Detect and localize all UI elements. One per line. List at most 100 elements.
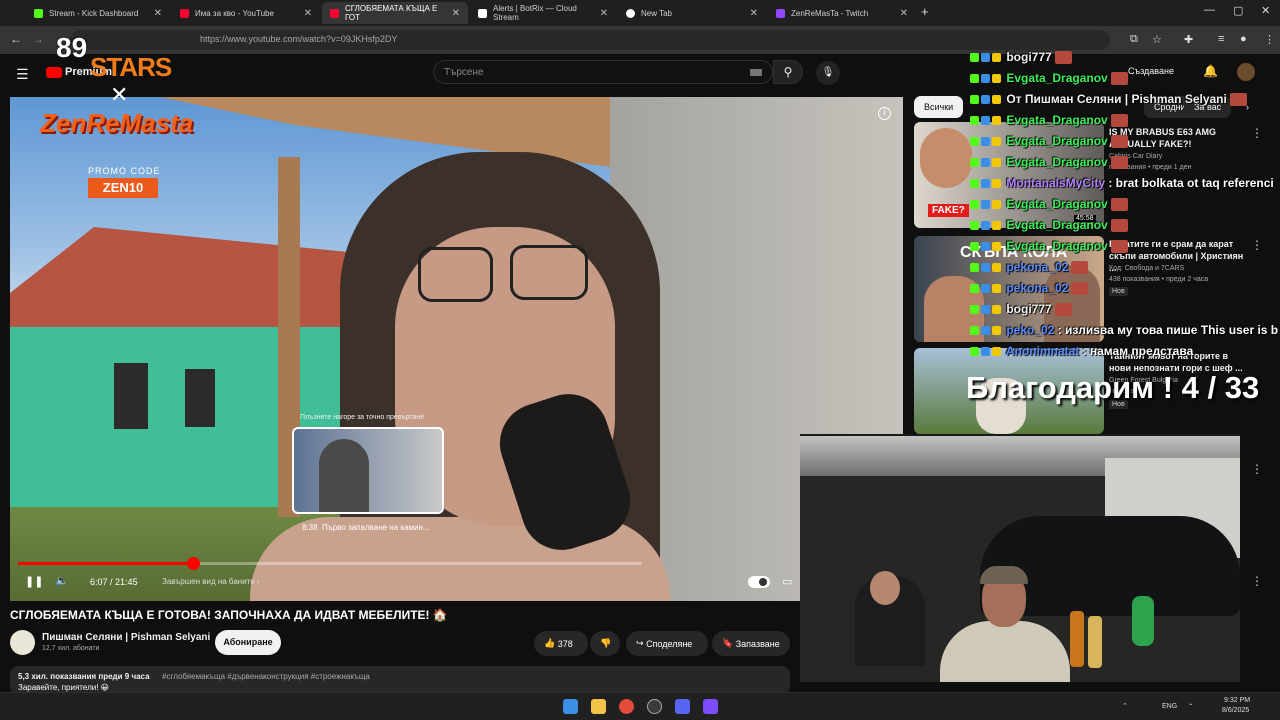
channel-avatar[interactable] [10, 630, 35, 655]
video-progress-bar[interactable] [18, 557, 642, 570]
cast-icon[interactable]: ⧉ [1130, 33, 1138, 46]
media-control-icon[interactable]: ≡ [1218, 33, 1224, 45]
more-options-icon[interactable]: ⋮ [1251, 126, 1263, 140]
search-button[interactable]: ⚲ [773, 60, 803, 84]
bookmark-icon: 🔖 [722, 638, 734, 648]
close-icon[interactable]: ✕ [900, 8, 908, 19]
recommendation-title[interactable]: IS MY BRABUS E63 AMG ACTUALLY FAKE?! [1109, 126, 1249, 150]
like-count: 378 [557, 638, 573, 649]
close-icon[interactable]: ✕ [750, 8, 758, 19]
tray-chevron-icon[interactable]: ⌃ [1122, 702, 1128, 710]
thumbnail-text: FAKE? [928, 204, 969, 217]
more-options-icon[interactable]: ⋮ [1251, 462, 1263, 476]
forward-icon[interactable]: → [32, 32, 44, 46]
voice-search-button[interactable]: 🎙 [816, 61, 840, 85]
chat-badge-icon [981, 200, 990, 210]
bookmark-star-icon[interactable]: ☆ [1152, 33, 1162, 46]
close-window-icon[interactable]: ✕ [1261, 4, 1270, 17]
search-icon: ⚲ [783, 65, 793, 79]
discord-icon[interactable] [675, 699, 690, 714]
obs-icon[interactable] [647, 699, 662, 714]
clock-date[interactable]: 8/6/2025 [1222, 707, 1249, 714]
chat-username: bogi777 [1003, 302, 1052, 316]
chat-message: Evgata_Draganov [970, 113, 1128, 128]
wifi-icon[interactable]: ◔ [1188, 702, 1192, 709]
more-options-icon[interactable]: ⋮ [1251, 238, 1263, 252]
share-label: Споделяне [646, 638, 693, 649]
close-icon[interactable]: ✕ [452, 8, 460, 19]
microphone-icon: 🎙 [821, 67, 835, 78]
new-tab-button[interactable]: + [921, 4, 929, 19]
dislike-button[interactable]: 👎 [590, 631, 620, 656]
like-button[interactable]: 👍 378 [534, 631, 588, 656]
volume-icon[interactable]: 🔈 [55, 574, 69, 587]
tab-current-video[interactable]: СГЛОБЯЕМАТА КЪЩА Е ГОТ ✕ [322, 2, 468, 24]
clock-time[interactable]: 9:32 PM [1224, 697, 1250, 704]
chat-badge-icon [981, 158, 990, 168]
save-button[interactable]: 🔖 Запазване [712, 631, 790, 656]
chat-message: pekona_02 [970, 281, 1089, 296]
windows-start-icon[interactable] [563, 699, 578, 714]
close-icon[interactable]: ✕ [304, 8, 312, 19]
chapter-title[interactable]: Завършен вид на баните › [162, 577, 260, 586]
profile-icon[interactable]: ● [1240, 33, 1247, 45]
menu-icon[interactable]: ☰ [16, 66, 29, 83]
promo-label: PROMO CODE [88, 166, 161, 176]
chat-message: Evgata_Draganov [970, 218, 1128, 233]
chat-badge-icon [981, 221, 990, 231]
recommendation-meta: 438 показвания • преди 2 часа [1109, 276, 1209, 283]
subscribe-button[interactable]: Абониране [215, 630, 281, 655]
subtitles-icon[interactable]: ▭ [782, 575, 792, 588]
scrubber-handle[interactable] [186, 557, 200, 570]
chat-badge-icon [992, 179, 1001, 189]
back-icon[interactable]: ← [10, 32, 22, 46]
bottle [1070, 611, 1084, 667]
account-avatar[interactable] [1237, 63, 1255, 81]
tab-kick-dashboard[interactable]: Stream - Kick Dashboard ✕ [26, 2, 170, 24]
search-input[interactable]: Търсене [433, 60, 773, 84]
tab-new-tab[interactable]: New Tab ✕ [618, 2, 766, 24]
url-field[interactable]: https://www.youtube.com/watch?v=09JKHsfp… [70, 30, 1110, 50]
channel-name[interactable]: Пишман Селяни | Pishman Selyani [42, 632, 210, 643]
share-button[interactable]: ↪ Споделяне [626, 631, 708, 656]
streamer-webcam [800, 434, 1240, 682]
app-grid-icon[interactable] [703, 699, 718, 714]
notifications-bell-icon[interactable]: 🔔 [1203, 64, 1218, 78]
chat-badge-icon [992, 221, 1001, 231]
chat-badge-icon [981, 74, 990, 84]
chrome-icon[interactable] [619, 699, 634, 714]
maximize-icon[interactable]: ▢ [1233, 4, 1243, 17]
description-box[interactable]: 5,3 хил. показвания преди 9 часа #сглобя… [10, 666, 790, 694]
info-icon[interactable]: i [878, 107, 891, 120]
save-label: Запазване [735, 638, 780, 649]
progress-played [18, 562, 193, 565]
chip-all[interactable]: Всички [914, 96, 964, 118]
tab-youtube[interactable]: Има за кво - YouTube ✕ [172, 2, 320, 24]
close-icon[interactable]: ✕ [154, 8, 162, 19]
create-button[interactable]: Създаване [1128, 66, 1174, 76]
chat-badge-icon [981, 95, 990, 105]
tab-twitch[interactable]: ZenReMasTa - Twitch ✕ [768, 2, 916, 24]
keyboard-icon[interactable] [750, 69, 762, 76]
more-options-icon[interactable]: ⋮ [1251, 574, 1263, 588]
seek-preview-thumbnail [292, 427, 444, 514]
tab-botrix-alerts[interactable]: Alerts | BotRix — Cloud Stream ✕ [470, 2, 616, 24]
minimize-icon[interactable]: — [1204, 4, 1215, 16]
close-icon[interactable]: ✕ [600, 8, 608, 19]
browser-menu-icon[interactable]: ⋮ [1264, 33, 1275, 46]
pause-icon[interactable]: ❚❚ [25, 575, 43, 588]
youtube-play-icon [46, 66, 62, 78]
file-explorer-icon[interactable] [591, 699, 606, 714]
keyboard-language[interactable]: ENG [1162, 703, 1177, 710]
tab-label: ZenReMasTa - Twitch [791, 8, 869, 18]
extensions-icon[interactable]: ✚ [1184, 33, 1193, 46]
chat-message: Evgata_Draganov [970, 134, 1128, 149]
tab-label: СГЛОБЯЕМАТА КЪЩА Е ГОТ [345, 4, 438, 22]
chat-message: От Пишман Селяни | Pishman Selyani [970, 92, 1247, 107]
chat-username: peko_02 [1003, 323, 1055, 337]
chat-message: peko_02 : излиsва му това пише This user… [970, 323, 1278, 337]
chat-badge-icon [981, 242, 990, 252]
autoplay-toggle[interactable] [748, 576, 770, 588]
chat-badge-icon [992, 326, 1001, 336]
chat-message: Evgata_Draganov [970, 197, 1128, 212]
